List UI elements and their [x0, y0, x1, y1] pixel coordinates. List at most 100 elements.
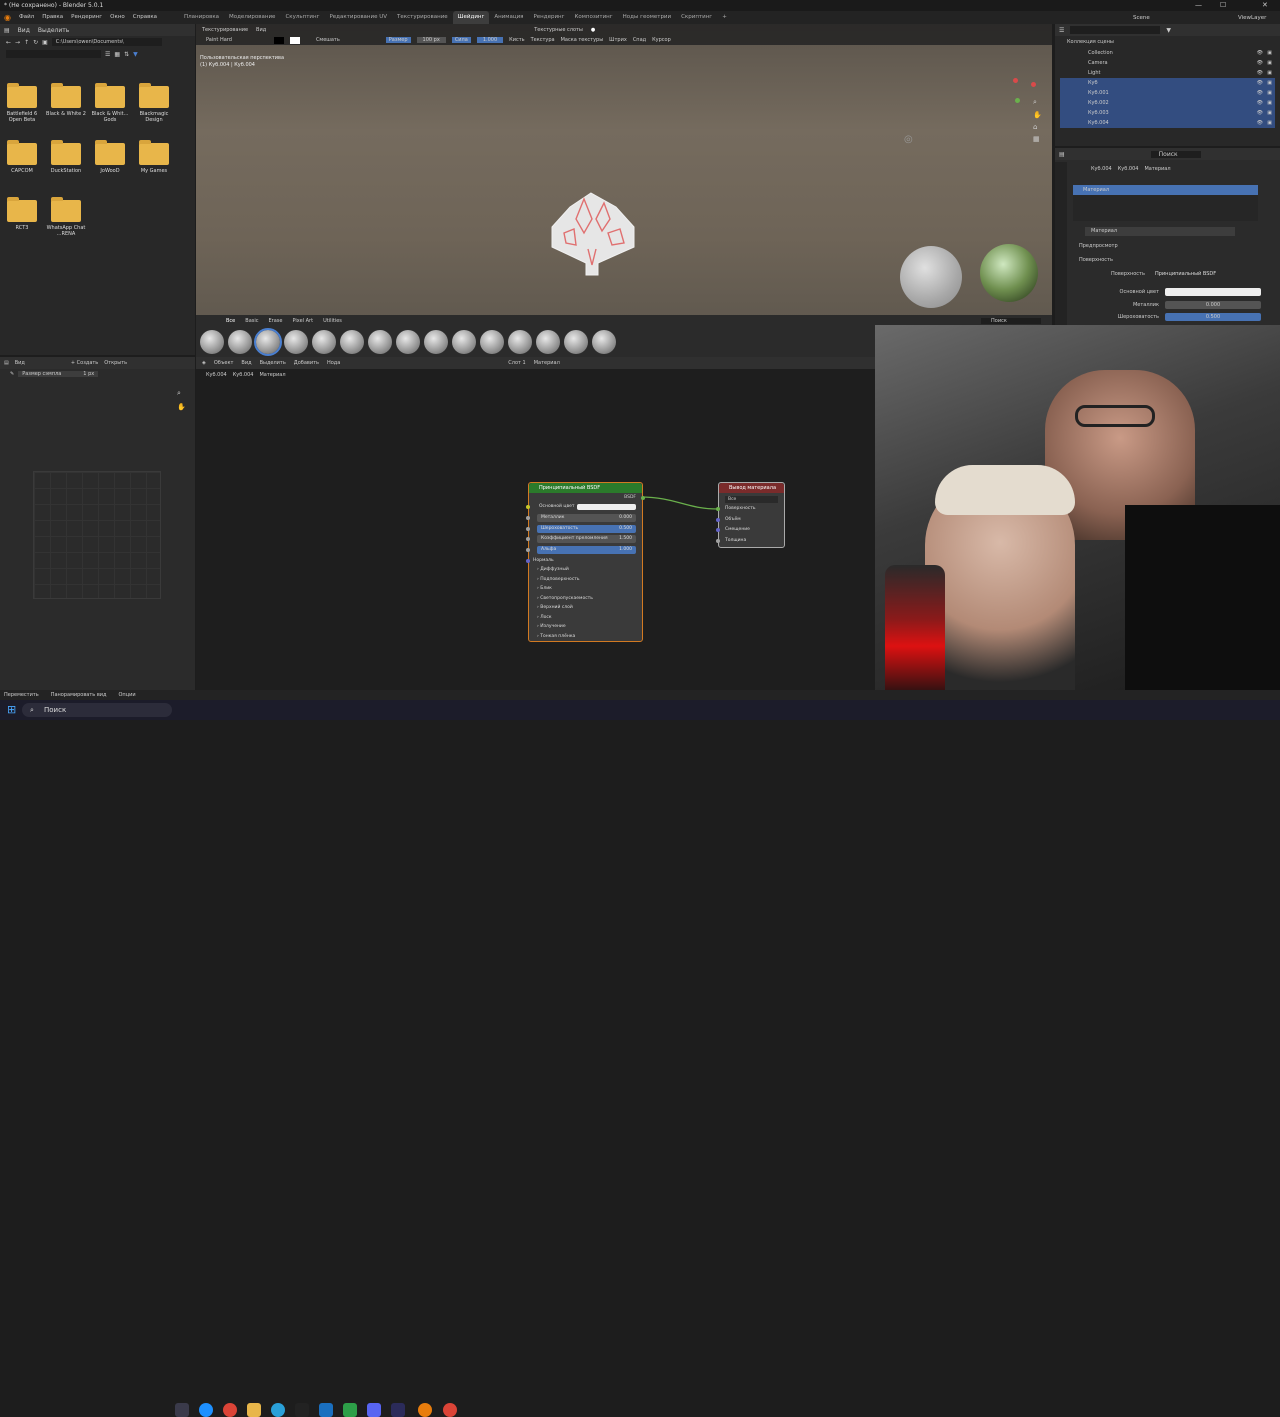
- props-input-field[interactable]: 0.000: [1165, 300, 1261, 309]
- texture-slots-select[interactable]: Текстурные слоты: [534, 27, 583, 33]
- task-view-icon[interactable]: [175, 1403, 189, 1417]
- outliner-row[interactable]: Куб.002 👁 ▣: [1060, 98, 1275, 108]
- visibility-eye-icon[interactable]: 👁: [1257, 98, 1263, 108]
- ie-view-menu[interactable]: Вид: [15, 360, 25, 366]
- menu-edit[interactable]: Правка: [38, 11, 67, 24]
- folder-item[interactable]: JoWooD: [90, 140, 130, 174]
- menu-window[interactable]: Окно: [106, 11, 129, 24]
- output-target-select[interactable]: Все: [725, 496, 778, 503]
- render-camera-icon[interactable]: ▣: [1267, 48, 1272, 58]
- brush-thumb[interactable]: [536, 330, 560, 354]
- editor-type-icon[interactable]: ▤: [1059, 151, 1065, 158]
- tab-uv-editing[interactable]: Редактирование UV: [324, 11, 392, 24]
- new-folder-icon[interactable]: ▣: [42, 39, 48, 46]
- tab-modeling[interactable]: Моделирование: [224, 11, 280, 24]
- tab-scripting[interactable]: Скриптинг: [676, 11, 717, 24]
- scene-selector[interactable]: Scene: [1133, 15, 1150, 21]
- tab-sculpting[interactable]: Скульптинг: [280, 11, 324, 24]
- add-workspace-icon[interactable]: +: [717, 11, 732, 24]
- bsdf-input-socket[interactable]: [526, 547, 530, 552]
- outliner-row[interactable]: Куб 👁 ▣: [1060, 78, 1275, 88]
- bsdf-subpanel[interactable]: › Подповерхность: [537, 577, 580, 582]
- bsdf-subpanel[interactable]: › Излучение: [537, 624, 566, 629]
- outliner-row[interactable]: Light 👁 ▣: [1060, 68, 1275, 78]
- brush-tab-all[interactable]: Все: [226, 318, 235, 324]
- render-camera-icon[interactable]: ▣: [1267, 78, 1272, 88]
- brush-thumb[interactable]: [424, 330, 448, 354]
- app-icon[interactable]: [319, 1403, 333, 1417]
- render-camera-icon[interactable]: ▣: [1267, 58, 1272, 68]
- bsdf-field[interactable]: Шероховатость 0.500: [537, 524, 636, 533]
- fb-view-menu[interactable]: Вид: [18, 27, 30, 34]
- blender-logo-icon[interactable]: ◉: [0, 13, 15, 22]
- principled-bsdf-node[interactable]: Принципиальный BSDF BSDF Основной цвет М…: [526, 482, 645, 642]
- visibility-eye-icon[interactable]: 👁: [1257, 48, 1263, 58]
- brush-thumb[interactable]: [200, 330, 224, 354]
- fb-search-input[interactable]: [6, 50, 101, 58]
- vp-view-menu[interactable]: Вид: [256, 27, 266, 33]
- tab-rendering[interactable]: Рендеринг: [528, 11, 569, 24]
- surface-section[interactable]: Поверхность: [1079, 257, 1113, 263]
- ie-open-button[interactable]: Открыть: [104, 360, 127, 366]
- 3d-viewport[interactable]: Текстурирование Вид Текстурные слоты ● P…: [196, 24, 1052, 329]
- parent-dir-icon[interactable]: ↑: [24, 39, 29, 46]
- back-icon[interactable]: ←: [6, 39, 11, 46]
- taskbar-search[interactable]: ⌕ Поиск: [22, 703, 172, 717]
- output-input-socket[interactable]: [716, 528, 720, 532]
- ie-pan-icon[interactable]: ✋: [177, 403, 186, 411]
- vp-menu-cursor[interactable]: Курсор: [652, 37, 671, 43]
- brush-thumb[interactable]: [508, 330, 532, 354]
- folder-item[interactable]: RCT3: [2, 197, 42, 231]
- shading-solid-icon[interactable]: ●: [591, 27, 595, 33]
- tab-layout[interactable]: Планировка: [179, 11, 224, 24]
- bsdf-subpanel[interactable]: › Тонкая плёнка: [537, 634, 575, 639]
- file-explorer-icon[interactable]: [247, 1403, 261, 1417]
- list-view-icon[interactable]: ☰: [105, 51, 110, 58]
- bsdf-output-socket[interactable]: [641, 496, 645, 500]
- bsdf-field[interactable]: Альфа 1.000: [537, 545, 636, 554]
- fb-select-menu[interactable]: Выделить: [38, 27, 69, 34]
- brush-tab-basic[interactable]: Basic: [245, 318, 258, 324]
- primary-color-swatch[interactable]: [289, 36, 300, 44]
- size-field[interactable]: 100 px: [416, 37, 446, 43]
- folder-item[interactable]: CAPCOM: [2, 140, 42, 174]
- refresh-icon[interactable]: ↻: [33, 39, 38, 46]
- painted-cube-object[interactable]: [546, 189, 636, 279]
- chrome-browser-icon[interactable]: [443, 1403, 457, 1417]
- brush-thumb[interactable]: [564, 330, 588, 354]
- menu-help[interactable]: Справка: [129, 11, 161, 24]
- vp-menu-texture-mask[interactable]: Маска текстуры: [561, 37, 604, 43]
- brush-thumb-selected[interactable]: [254, 328, 282, 356]
- props-search-input[interactable]: Поиск: [1150, 150, 1201, 158]
- brush-search-input[interactable]: Поиск: [981, 317, 1041, 324]
- start-button-icon[interactable]: ⊞: [7, 703, 16, 716]
- visibility-eye-icon[interactable]: 👁: [1257, 78, 1263, 88]
- surface-shader-select[interactable]: Принципиальный BSDF: [1155, 271, 1216, 277]
- folder-item[interactable]: Blackmagic Design: [134, 83, 174, 123]
- brush-thumb[interactable]: [312, 330, 336, 354]
- steam-icon[interactable]: [295, 1403, 309, 1417]
- perspective-toggle-icon[interactable]: ▦: [1033, 135, 1042, 143]
- view-layer-selector[interactable]: ViewLayer: [1238, 15, 1266, 21]
- visibility-eye-icon[interactable]: 👁: [1257, 118, 1263, 128]
- blender-taskbar-icon[interactable]: [418, 1403, 432, 1417]
- brush-thumb[interactable]: [284, 330, 308, 354]
- visibility-eye-icon[interactable]: 👁: [1257, 88, 1263, 98]
- preview-section[interactable]: Предпросмотр: [1079, 243, 1118, 249]
- bsdf-subpanel[interactable]: › Диффузный: [537, 567, 569, 572]
- visibility-eye-icon[interactable]: 👁: [1257, 68, 1263, 78]
- tab-shading[interactable]: Шейдинг: [452, 11, 490, 24]
- brush-thumb[interactable]: [340, 330, 364, 354]
- visibility-eye-icon[interactable]: 👁: [1257, 58, 1263, 68]
- brush-name[interactable]: Paint Hard: [206, 37, 232, 43]
- editor-type-icon[interactable]: ▤: [4, 360, 9, 366]
- material-slot-item[interactable]: Материал: [1073, 185, 1258, 195]
- maximize-button[interactable]: ☐: [1220, 1, 1226, 9]
- props-crumb-mesh[interactable]: Куб.004: [1118, 166, 1139, 172]
- sort-icon[interactable]: ⇅: [124, 51, 129, 58]
- bsdf-subpanel[interactable]: › Лоск: [537, 615, 552, 620]
- base-color-socket[interactable]: [526, 505, 530, 509]
- grid-view-icon[interactable]: ▦: [114, 51, 120, 58]
- brush-thumb[interactable]: [228, 330, 252, 354]
- brush-thumb[interactable]: [396, 330, 420, 354]
